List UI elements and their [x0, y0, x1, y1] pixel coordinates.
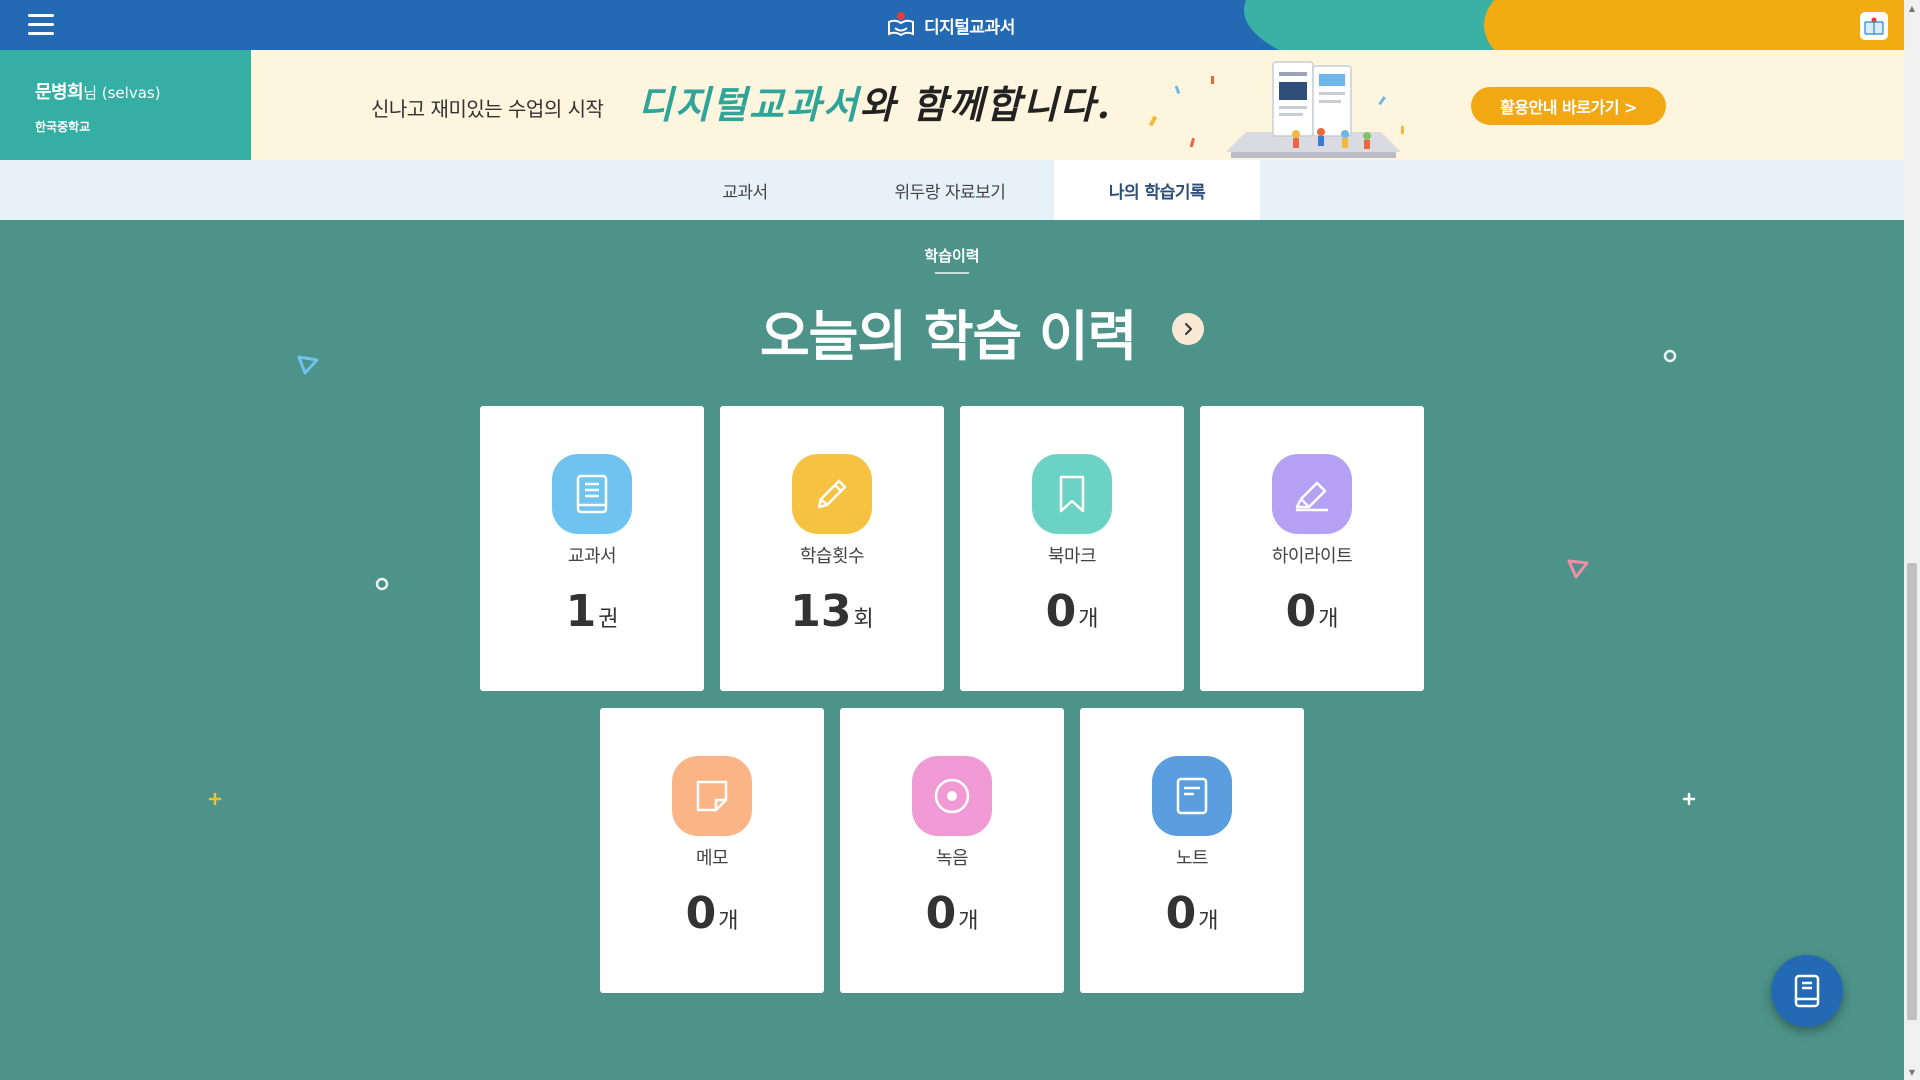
stat-card-memo[interactable]: 메모 0개 — [600, 708, 824, 993]
stat-value: 0개 — [840, 888, 1064, 939]
stat-card-note[interactable]: 노트 0개 — [1080, 708, 1304, 993]
plus-decoration-icon — [208, 792, 222, 806]
book-open-icon — [1864, 17, 1884, 35]
stat-label: 녹음 — [935, 848, 969, 869]
main-tabs: 교과서 위두랑 자료보기 나의 학습기록 — [0, 160, 1904, 220]
stat-unit: 권 — [598, 607, 619, 632]
user-name: 문병희 — [35, 82, 84, 103]
banner-headline: 디지털교과서와 함께합니다. — [638, 74, 1112, 129]
brand-logo[interactable]: 디지털교과서 — [886, 9, 1015, 41]
stat-number: 0 — [1285, 586, 1317, 637]
stat-value: 13회 — [720, 586, 944, 637]
digital-textbook-logo-icon — [888, 12, 914, 37]
stat-card-bookmark[interactable]: 북마크 0개 — [960, 406, 1184, 691]
triangle-decoration-icon — [297, 355, 319, 375]
stat-label: 하이라이트 — [1271, 546, 1353, 567]
stat-unit: 개 — [958, 909, 979, 934]
tab-textbook[interactable]: 교과서 — [675, 160, 815, 220]
book-icon — [1794, 974, 1820, 1008]
hamburger-menu-icon[interactable] — [28, 14, 54, 36]
stat-number: 13 — [790, 586, 852, 637]
stat-card-highlight[interactable]: 하이라이트 0개 — [1200, 406, 1424, 691]
pencil-icon — [792, 454, 872, 534]
stat-number: 0 — [1045, 586, 1077, 637]
stat-unit: 개 — [1198, 909, 1219, 934]
stat-number: 0 — [925, 888, 957, 939]
stat-number: 0 — [685, 888, 717, 939]
promo-banner: 신나고 재미있는 수업의 시작 디지털교과서와 함께합니다. 활용안내 바로가기… — [251, 50, 1904, 160]
stat-card-study-count[interactable]: 학습횟수 13회 — [720, 406, 944, 691]
floating-textbook-button[interactable] — [1771, 955, 1843, 1027]
tab-wedurang-materials[interactable]: 위두랑 자료보기 — [860, 160, 1040, 220]
user-school: 한국중학교 — [35, 120, 91, 134]
header-decoration-yellow — [1484, 0, 1904, 50]
memo-icon — [672, 756, 752, 836]
stat-unit: 회 — [853, 607, 874, 632]
user-id: 님 (selvas) — [83, 84, 161, 102]
page-title: 오늘의 학습 이력 — [760, 305, 1137, 368]
user-profile-panel: 문병희님 (selvas) 한국중학교 — [0, 50, 251, 160]
circle-decoration-icon — [375, 577, 389, 591]
triangle-decoration-icon — [1567, 559, 1589, 579]
stat-label: 노트 — [1175, 848, 1209, 869]
stat-label: 학습횟수 — [799, 546, 865, 567]
section-underline — [935, 272, 969, 274]
usage-guide-button[interactable]: 활용안내 바로가기 > — [1471, 87, 1666, 125]
vertical-scrollbar[interactable]: ▲ ▼ — [1904, 0, 1920, 1080]
top-header: 디지털교과서 — [0, 0, 1904, 50]
chevron-right-icon[interactable] — [1172, 313, 1204, 345]
brand-title: 디지털교과서 — [924, 17, 1015, 38]
tablet-students-illustration — [1148, 61, 1404, 158]
book-icon — [552, 454, 632, 534]
stat-value: 0개 — [600, 888, 824, 939]
stat-value: 0개 — [1200, 586, 1424, 637]
bookmark-icon — [1032, 454, 1112, 534]
textbook-viewer-icon[interactable] — [1860, 12, 1888, 40]
stat-unit: 개 — [1078, 607, 1099, 632]
banner-lead-text: 신나고 재미있는 수업의 시작 — [371, 97, 604, 121]
stat-value: 0개 — [1080, 888, 1304, 939]
user-name-line: 문병희님 (selvas) — [35, 78, 251, 104]
plus-decoration-icon — [1682, 792, 1696, 806]
record-icon — [912, 756, 992, 836]
stat-unit: 개 — [1318, 607, 1339, 632]
scrollbar-thumb[interactable] — [1907, 563, 1917, 1020]
stat-number: 1 — [565, 586, 597, 637]
stat-value: 0개 — [960, 586, 1184, 637]
scroll-up-arrow-icon[interactable]: ▲ — [1904, 0, 1920, 16]
stat-number: 0 — [1165, 888, 1197, 939]
stat-label: 북마크 — [1047, 546, 1097, 567]
banner-headline-emphasis: 디지털교과서 — [638, 82, 860, 127]
stat-label: 교과서 — [567, 546, 617, 567]
section-label: 학습이력 — [924, 247, 980, 265]
stat-unit: 개 — [718, 909, 739, 934]
scroll-down-arrow-icon[interactable]: ▼ — [1904, 1064, 1920, 1080]
tab-my-learning-record[interactable]: 나의 학습기록 — [1054, 160, 1260, 220]
stat-label: 메모 — [695, 848, 729, 869]
circle-decoration-icon — [1663, 349, 1677, 363]
note-icon — [1152, 756, 1232, 836]
stat-value: 1권 — [480, 586, 704, 637]
highlighter-icon — [1272, 454, 1352, 534]
stat-card-textbook[interactable]: 교과서 1권 — [480, 406, 704, 691]
stat-card-recording[interactable]: 녹음 0개 — [840, 708, 1064, 993]
banner-headline-rest: 와 함께합니다. — [859, 82, 1112, 127]
